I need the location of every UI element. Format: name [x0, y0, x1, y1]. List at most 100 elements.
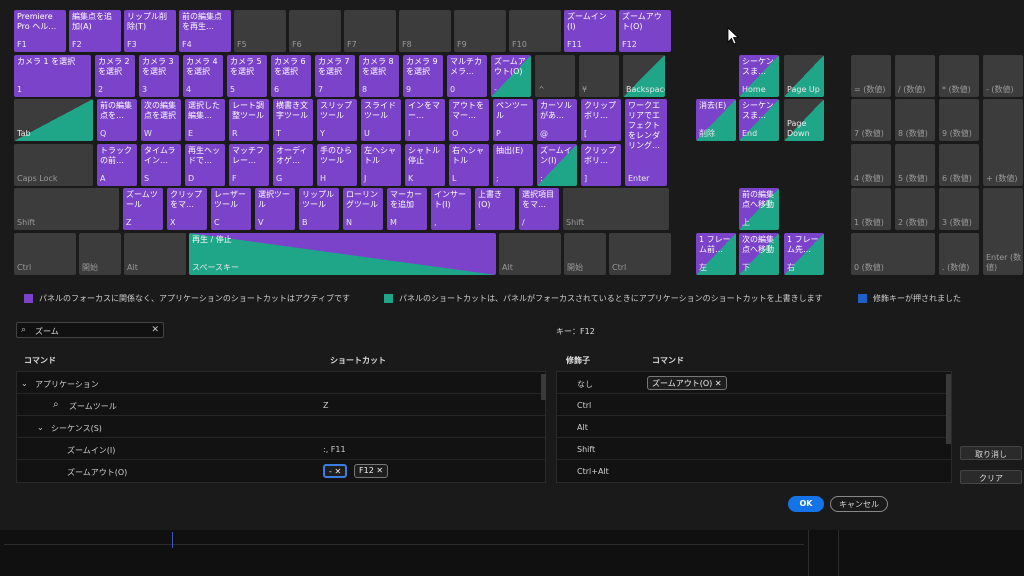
- key-b[interactable]: リップルツール B: [299, 188, 339, 230]
- key-[interactable]: * (数値): [939, 55, 979, 97]
- key-6[interactable]: カメラ 6 を選択 6: [271, 55, 311, 97]
- key-[interactable]: 1 フレーム前… 左: [696, 233, 736, 275]
- key-q[interactable]: 前の編集点を… Q: [97, 99, 137, 141]
- key-f12[interactable]: ズームアウト(O) F12: [619, 10, 671, 52]
- column-header-modifier[interactable]: 修飾子: [566, 355, 590, 366]
- modifier-row[interactable]: なし ズームアウト(O) ✕: [557, 372, 951, 394]
- key-n[interactable]: ローリングツール N: [343, 188, 383, 230]
- key-[interactable]: - (数値): [983, 55, 1023, 97]
- key-c[interactable]: レーザーツール C: [211, 188, 251, 230]
- table-scrollbar[interactable]: [541, 374, 546, 400]
- key-home[interactable]: シーケンスま… Home: [739, 55, 779, 97]
- key-[interactable]: 前の編集点へ移動上: [739, 188, 779, 230]
- shortcut-chip-minus[interactable]: - ✕: [323, 464, 348, 478]
- key-8[interactable]: 8 (数値): [895, 99, 935, 141]
- key-f4[interactable]: 前の編集点を再生… F4: [179, 10, 231, 52]
- key-alt[interactable]: Alt: [124, 233, 186, 275]
- key-6[interactable]: 6 (数値): [939, 144, 979, 186]
- key-y[interactable]: スリップツール Y: [317, 99, 357, 141]
- key-[interactable]: ズームイン(I):: [537, 144, 577, 186]
- key-pagedown[interactable]: Page Down: [784, 99, 824, 141]
- key-end[interactable]: シーケンスま… End: [739, 99, 779, 141]
- key-0[interactable]: マルチカメラ… 0: [447, 55, 487, 97]
- search-input[interactable]: ズーム: [35, 326, 59, 337]
- key-f7[interactable]: F7: [344, 10, 396, 52]
- key-i[interactable]: インをマー… I: [405, 99, 445, 141]
- key-[interactable]: 抽出(E);: [493, 144, 533, 186]
- key-[interactable]: 開始: [564, 233, 606, 275]
- key-2[interactable]: カメラ 2 を選択 2: [95, 55, 135, 97]
- key-7[interactable]: カメラ 7 を選択 7: [315, 55, 355, 97]
- key-7[interactable]: 7 (数値): [851, 99, 891, 141]
- key-[interactable]: クリップボリ…]: [581, 144, 621, 186]
- table-row[interactable]: ズームイン(I) :, F11: [17, 438, 545, 460]
- key-[interactable]: ^: [535, 55, 575, 97]
- row-shortcut[interactable]: Z: [323, 401, 328, 410]
- key-r[interactable]: レート調整ツール R: [229, 99, 269, 141]
- key-d[interactable]: 再生ヘッドで… D: [185, 144, 225, 186]
- key-o[interactable]: アウトをマー… O: [449, 99, 489, 141]
- key-f9[interactable]: F9: [454, 10, 506, 52]
- modifier-command-chip[interactable]: ズームアウト(O) ✕: [647, 376, 727, 390]
- key-[interactable]: 選択項目をマ… /: [519, 188, 559, 230]
- table-row[interactable]: ⌕ ズームツール Z: [17, 394, 545, 416]
- search-box[interactable]: ⌕ ズーム ✕: [16, 322, 164, 338]
- cancel-button[interactable]: キャンセル: [830, 496, 888, 512]
- key-f6[interactable]: F6: [289, 10, 341, 52]
- key-f8[interactable]: F8: [399, 10, 451, 52]
- key-alt[interactable]: Alt: [499, 233, 561, 275]
- modifier-row[interactable]: Ctrl+Alt: [557, 460, 951, 482]
- column-header-command[interactable]: コマンド: [24, 355, 56, 366]
- key-a[interactable]: トラックの前… A: [97, 144, 137, 186]
- key-8[interactable]: カメラ 8 を選択 8: [359, 55, 399, 97]
- clear-search-icon[interactable]: ✕: [151, 325, 159, 335]
- key-ctrl[interactable]: Ctrl: [14, 233, 76, 275]
- key-m[interactable]: マーカーを追加 M: [387, 188, 427, 230]
- key-h[interactable]: 手のひらツール H: [317, 144, 357, 186]
- key-l[interactable]: 右へシャトル L: [449, 144, 489, 186]
- key-g[interactable]: オーディオゲ… G: [273, 144, 313, 186]
- key-[interactable]: カーソルがあ… @: [537, 99, 577, 141]
- key-[interactable]: 開始: [79, 233, 121, 275]
- key-w[interactable]: 次の編集点を選択 W: [141, 99, 181, 141]
- key-u[interactable]: スライドツール U: [361, 99, 401, 141]
- key-3[interactable]: 3 (数値): [939, 188, 979, 230]
- key-f5[interactable]: F5: [234, 10, 286, 52]
- key-4[interactable]: 4 (数値): [851, 144, 891, 186]
- key-f10[interactable]: F10: [509, 10, 561, 52]
- key-pageup[interactable]: Page Up: [784, 55, 824, 97]
- key-0[interactable]: 0 (数値): [851, 233, 935, 275]
- key-[interactable]: = (数値): [851, 55, 891, 97]
- chip-close-icon[interactable]: ✕: [376, 466, 383, 475]
- modifier-scrollbar[interactable]: [946, 374, 951, 444]
- key-4[interactable]: カメラ 4 を選択 4: [183, 55, 223, 97]
- key-[interactable]: インサート(I),: [431, 188, 471, 230]
- key-3[interactable]: カメラ 3 を選択 3: [139, 55, 179, 97]
- key-capslock[interactable]: Caps Lock: [14, 144, 93, 186]
- key-p[interactable]: ペンツール P: [493, 99, 533, 141]
- key-[interactable]: 上書き(O).: [475, 188, 515, 230]
- key-f3[interactable]: リップル削除(T) F3: [124, 10, 176, 52]
- key-z[interactable]: ズームツール Z: [123, 188, 163, 230]
- key-9[interactable]: 9 (数値): [939, 99, 979, 141]
- key-f11[interactable]: ズームイン(I) F11: [564, 10, 616, 52]
- key-5[interactable]: カメラ 5 を選択 5: [227, 55, 267, 97]
- shortcut-chip-f12[interactable]: F12 ✕: [354, 464, 389, 478]
- table-row[interactable]: ⌄ シーケンス(S): [17, 416, 545, 438]
- modifier-row[interactable]: Ctrl: [557, 394, 951, 416]
- key-1[interactable]: 1 (数値): [851, 188, 891, 230]
- chip-close-icon[interactable]: ✕: [715, 379, 722, 388]
- key-f[interactable]: マッチフレー… F: [229, 144, 269, 186]
- key-[interactable]: / (数値): [895, 55, 935, 97]
- key-j[interactable]: 左へシャトル J: [361, 144, 401, 186]
- key-9[interactable]: カメラ 9 を選択 9: [403, 55, 443, 97]
- key-ctrl[interactable]: Ctrl: [609, 233, 671, 275]
- chip-close-icon[interactable]: ✕: [334, 467, 341, 476]
- undo-button[interactable]: 取り消し: [960, 446, 1022, 460]
- modifier-row[interactable]: Shift: [557, 438, 951, 460]
- key-[interactable]: . (数値): [939, 233, 979, 275]
- key-1[interactable]: カメラ 1 を選択 1: [14, 55, 91, 97]
- key-[interactable]: クリップボリ… [: [581, 99, 621, 141]
- key-[interactable]: ¥: [579, 55, 619, 97]
- key-k[interactable]: シャトル停止 K: [405, 144, 445, 186]
